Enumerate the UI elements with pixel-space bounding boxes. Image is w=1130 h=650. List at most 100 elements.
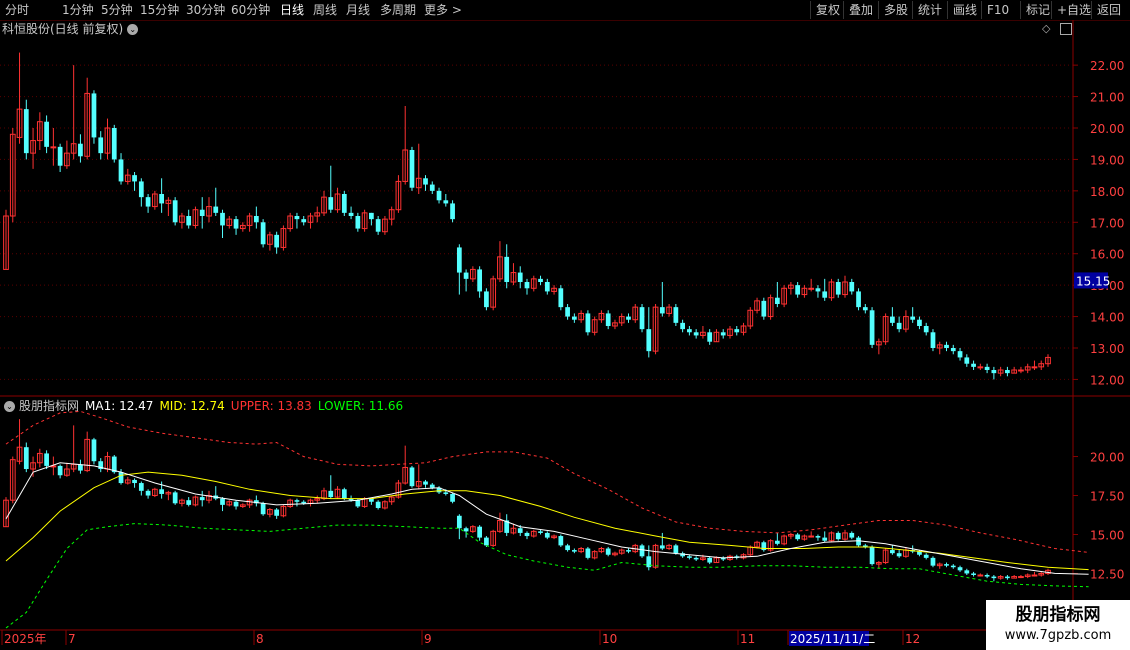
- candle-body-down: [991, 370, 997, 374]
- ind-tick-label: 20.00: [1090, 451, 1124, 465]
- candle-body-down: [44, 121, 49, 147]
- ind-candle-down: [450, 493, 455, 502]
- candle-body-down: [294, 216, 300, 220]
- candle-body-down: [774, 297, 780, 304]
- ind-candle-down: [456, 515, 462, 529]
- candle-body-down: [761, 300, 767, 317]
- ind-candle-down: [856, 537, 861, 546]
- ind-candle-down: [930, 557, 936, 566]
- ind-candle-down: [639, 545, 645, 557]
- candle-body-down: [91, 93, 97, 138]
- ind-candle-down: [585, 548, 591, 558]
- candle-body-down: [118, 159, 124, 182]
- candle-body-down: [571, 316, 577, 320]
- ind-tick-label: 15.00: [1090, 528, 1124, 542]
- candle-body-down: [186, 216, 192, 226]
- candle-body-down: [849, 282, 855, 292]
- candle-body-down: [565, 307, 570, 317]
- watermark-url: www.7gpzb.com: [1004, 628, 1112, 643]
- candle-body-down: [558, 288, 564, 308]
- candle-body-down: [639, 307, 645, 330]
- ind-candle-down: [233, 501, 239, 507]
- ind-candle-down: [707, 557, 713, 563]
- candle-body-up: [808, 287, 815, 290]
- date-label: 7: [68, 632, 76, 646]
- candle-body-down: [213, 206, 219, 213]
- candle-body-down: [517, 272, 523, 282]
- candle-body-down: [111, 128, 117, 160]
- ind-candle-down: [950, 565, 956, 568]
- candle-body-down: [835, 282, 841, 295]
- candle-body-down: [220, 212, 225, 226]
- candle-body-down: [78, 143, 83, 157]
- ind-tick-label: 12.50: [1090, 567, 1124, 581]
- candle-body-down: [301, 219, 307, 223]
- candle-body-down: [348, 212, 354, 216]
- candle-body-down: [626, 316, 631, 320]
- ind-candle-down: [835, 532, 841, 540]
- ind-candle-down: [484, 537, 489, 546]
- ind-candle-down: [1005, 576, 1010, 579]
- candle-body-down: [436, 190, 442, 201]
- ind-candle-down: [957, 567, 963, 571]
- date-label: 9: [424, 632, 432, 646]
- date-label: 12: [905, 632, 920, 646]
- candle-body-up: [1018, 369, 1024, 372]
- date-label: 11: [740, 632, 755, 646]
- ind-candle-down: [260, 503, 266, 515]
- ind-candle-down: [463, 528, 469, 532]
- candle-body-down: [923, 326, 929, 333]
- ind-candle-down: [869, 546, 875, 565]
- ind-candle-up: [977, 574, 984, 577]
- ind-candle-down: [274, 509, 280, 516]
- price-tick-label: 19.00: [1090, 153, 1124, 167]
- ind-candle-down: [44, 453, 49, 466]
- ind-candle-down: [673, 545, 679, 554]
- ind-candle-down: [917, 551, 922, 555]
- ind-candle-down: [159, 489, 164, 494]
- ind-candle-down: [132, 479, 137, 484]
- ind-candle-down: [964, 570, 970, 574]
- candle-body-down: [822, 291, 828, 298]
- ind-candle-down: [538, 531, 543, 533]
- ind-candle-down: [186, 500, 192, 505]
- ind-tick-label: 17.50: [1090, 490, 1124, 504]
- candle-body-down: [450, 203, 455, 220]
- ind-candle-down: [659, 545, 665, 549]
- ind-candle-down: [890, 550, 895, 554]
- candle-body-down: [890, 316, 895, 323]
- candle-body-down: [138, 181, 144, 198]
- candle-body-down: [328, 197, 334, 210]
- candle-body-down: [253, 216, 259, 223]
- watermark-title: 股朋指标网: [1015, 605, 1101, 625]
- candle-body-down: [693, 332, 699, 336]
- candle-body-down: [159, 194, 164, 204]
- candle-body-down: [659, 307, 665, 314]
- candle-body-down: [964, 357, 970, 364]
- candle-body-down: [862, 307, 868, 311]
- price-tick-label: 14.00: [1090, 311, 1124, 325]
- candle-body-down: [646, 329, 652, 352]
- ind-candle-down: [91, 439, 97, 462]
- price-tick-label: 20.00: [1090, 122, 1124, 136]
- candle-body-up: [977, 366, 984, 369]
- candle-body-down: [1005, 370, 1010, 374]
- candle-body-down: [585, 313, 591, 333]
- ind-candle-down: [693, 557, 699, 560]
- candle-body-down: [477, 269, 483, 292]
- ind-candle-down: [355, 500, 361, 507]
- ind-candle-down: [687, 556, 692, 558]
- candle-body-down: [233, 219, 239, 229]
- ind-candle-down: [605, 548, 611, 555]
- candle-body-down: [429, 184, 435, 191]
- candle-body-down: [172, 200, 178, 223]
- ind-candle-down: [774, 540, 780, 544]
- kline-chart[interactable]: 22.00 21.00 20.00 19.00 18.00 17.00 16.00 15.00…: [0, 0, 1130, 650]
- ind-candle-down: [544, 532, 550, 538]
- candle-body-down: [910, 316, 916, 320]
- ind-candle-down: [423, 481, 428, 485]
- ind-candle-down: [145, 490, 151, 496]
- ind-candle-down: [815, 536, 821, 538]
- candle-body-down: [680, 322, 685, 330]
- upper-band-line: [5, 410, 1089, 553]
